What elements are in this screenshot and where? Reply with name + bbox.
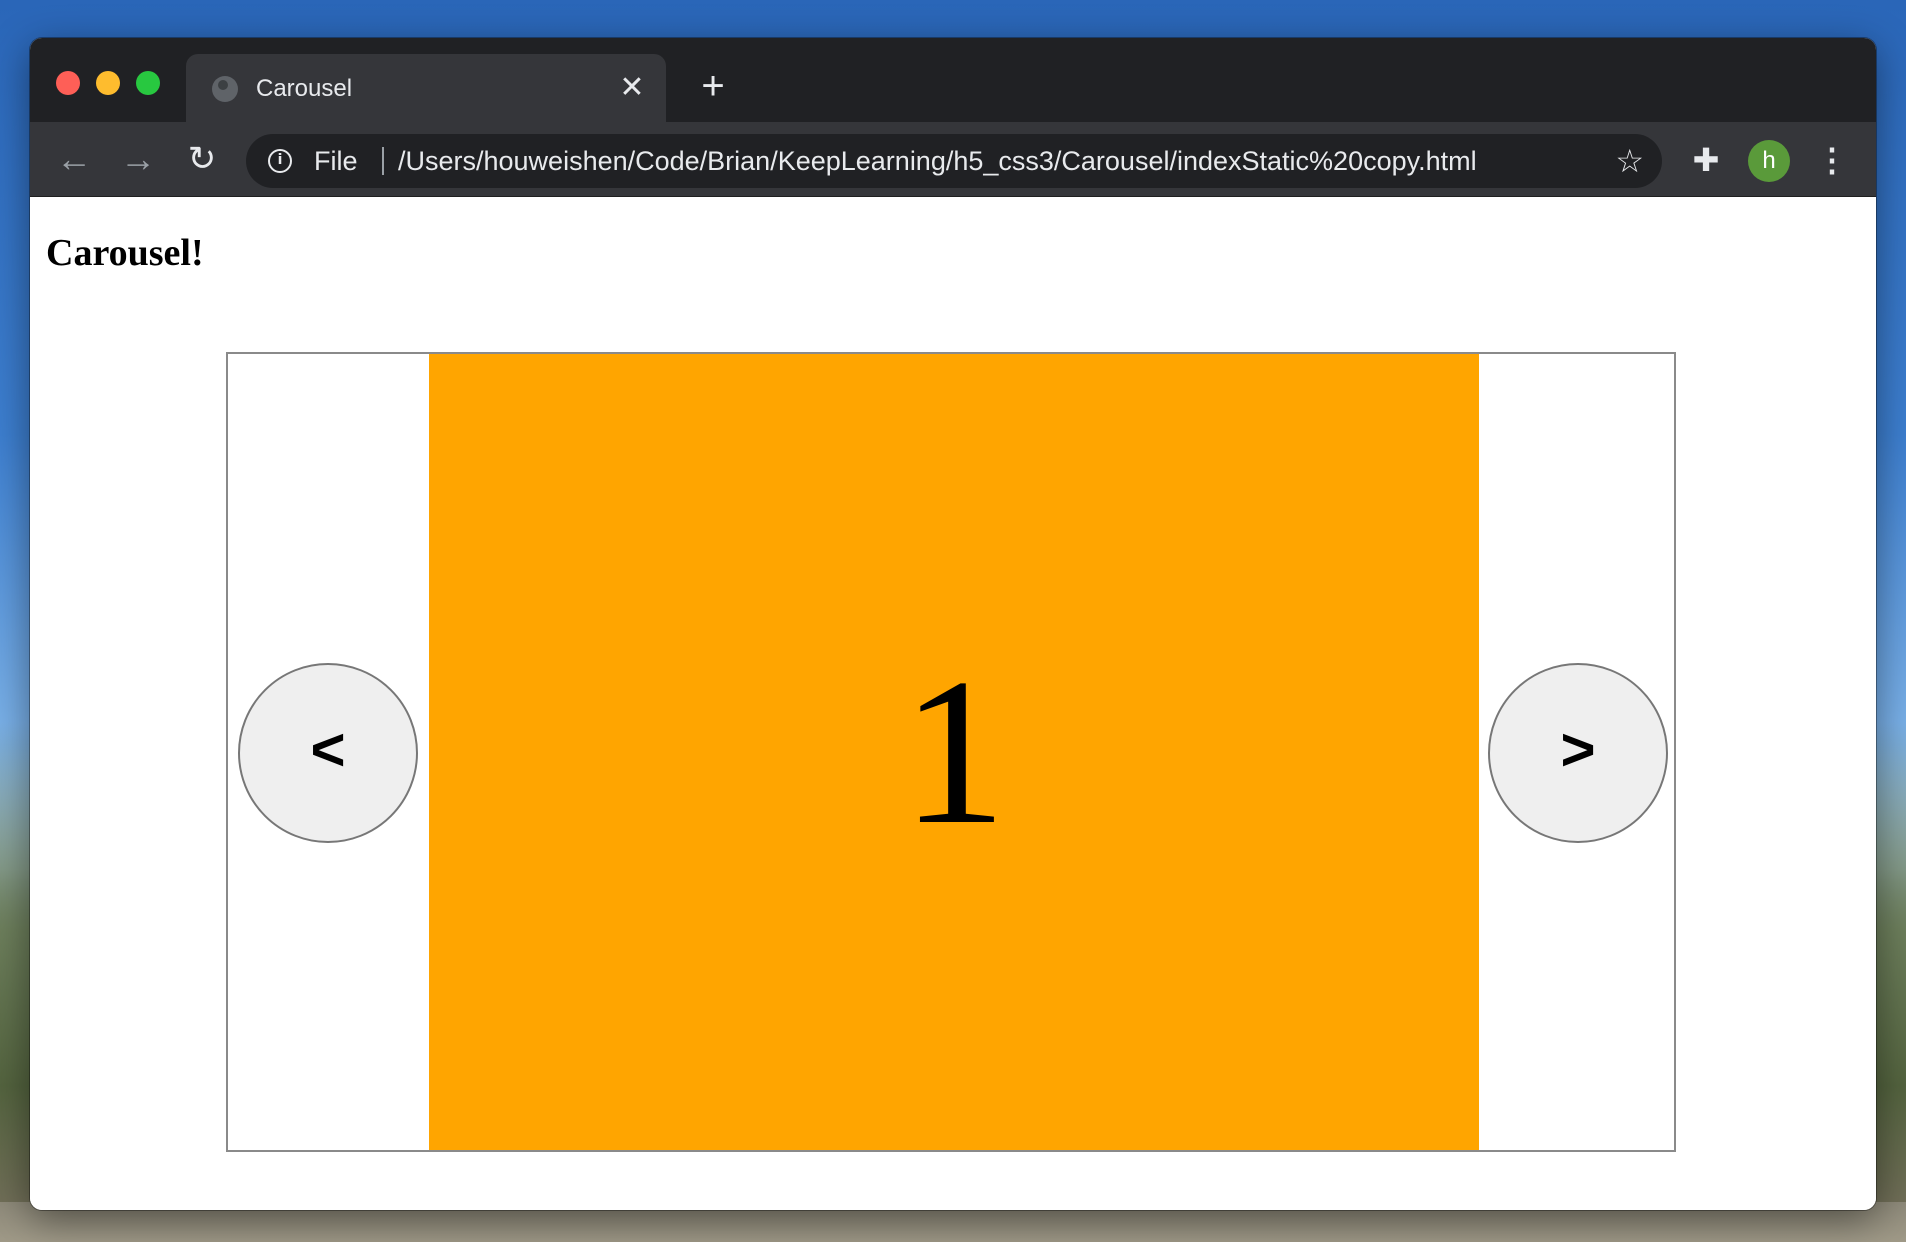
new-tab-button[interactable]: + — [694, 66, 732, 106]
back-arrow-icon[interactable]: ← — [54, 140, 94, 180]
close-icon[interactable]: ✕ — [616, 72, 648, 104]
browser-window: Carousel ✕ + ← → ↻ i File /Users/houweis… — [30, 38, 1876, 1210]
next-button[interactable]: > — [1488, 663, 1668, 843]
address-divider — [382, 147, 384, 175]
info-icon[interactable]: i — [268, 149, 292, 173]
carousel: 1 < > — [226, 352, 1676, 1152]
reload-icon[interactable]: ↻ — [182, 140, 222, 180]
page-content: Carousel! 1 < > — [30, 197, 1876, 1210]
window-minimize-button[interactable] — [96, 71, 120, 95]
window-maximize-button[interactable] — [136, 71, 160, 95]
window-close-button[interactable] — [56, 71, 80, 95]
page-title: Carousel! — [46, 232, 204, 274]
tab-strip: Carousel ✕ + — [30, 38, 1876, 122]
forward-arrow-icon[interactable]: → — [118, 140, 158, 180]
scheme-label: File — [314, 146, 358, 176]
prev-button[interactable]: < — [238, 663, 418, 843]
bookmark-star-icon[interactable]: ☆ — [1615, 142, 1644, 180]
carousel-slide: 1 — [429, 354, 1479, 1150]
globe-icon — [212, 76, 238, 102]
url-text[interactable]: /Users/houweishen/Code/Brian/KeepLearnin… — [398, 146, 1477, 176]
browser-toolbar: ← → ↻ i File /Users/houweishen/Code/Bria… — [30, 122, 1876, 197]
tab-title: Carousel — [256, 75, 353, 102]
tab-carousel[interactable]: Carousel ✕ — [186, 54, 666, 122]
address-bar[interactable]: i File /Users/houweishen/Code/Brian/Keep… — [246, 134, 1662, 188]
extensions-puzzle-icon[interactable]: ✚ — [1688, 142, 1724, 178]
profile-avatar[interactable]: h — [1748, 140, 1790, 182]
kebab-menu-icon[interactable]: ⋮ — [1814, 140, 1850, 182]
slide-number: 1 — [901, 636, 1007, 868]
